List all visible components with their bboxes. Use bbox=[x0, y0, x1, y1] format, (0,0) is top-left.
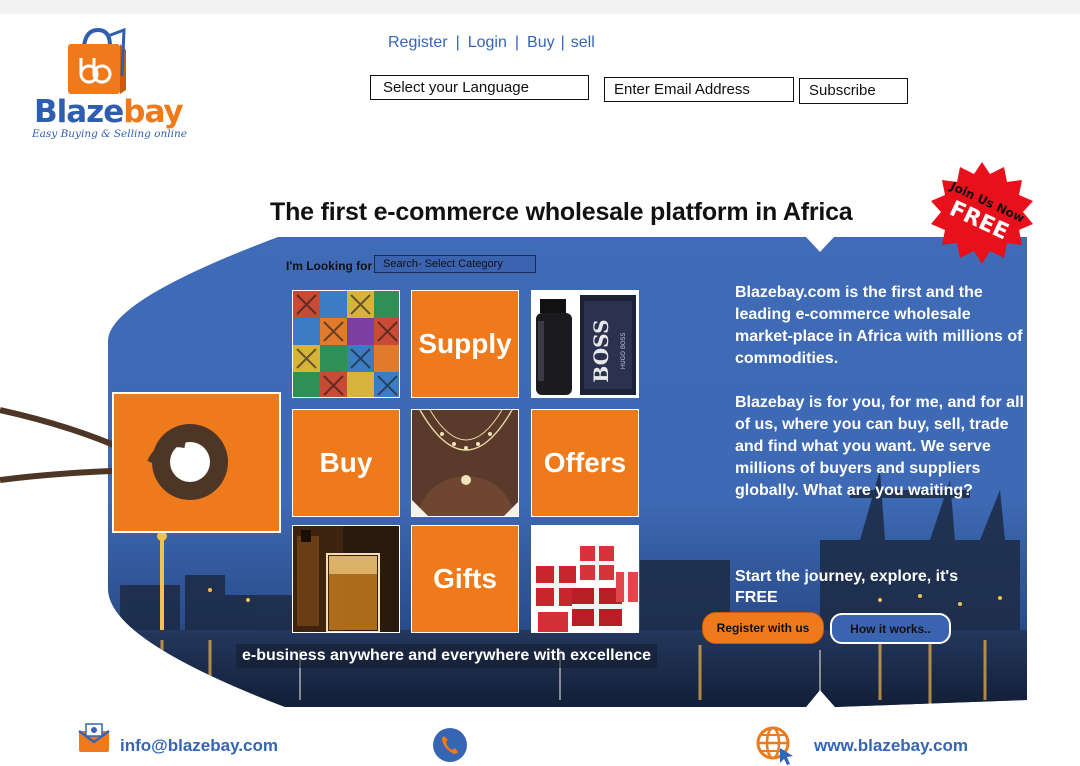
join-free-badge[interactable]: Join Us Now FREE bbox=[928, 160, 1036, 268]
mail-icon bbox=[78, 723, 110, 752]
tile-necklace[interactable] bbox=[411, 409, 519, 517]
footer-email[interactable]: info@blazebay.com bbox=[120, 736, 278, 756]
intro-paragraph-2: Blazebay is for you, for me, and for all… bbox=[735, 394, 1024, 499]
gift-boxes-image bbox=[536, 546, 638, 632]
search-label: I'm Looking for bbox=[286, 259, 373, 273]
whisky-glass-image bbox=[293, 526, 399, 632]
phone-icon[interactable] bbox=[432, 727, 468, 763]
tile-fabrics[interactable] bbox=[292, 290, 400, 398]
tile-offers[interactable]: Offers bbox=[531, 409, 639, 517]
tile-buy[interactable]: Buy bbox=[292, 409, 400, 517]
tile-supply[interactable]: Supply bbox=[411, 290, 519, 398]
footer-website[interactable]: www.blazebay.com bbox=[814, 736, 968, 756]
perfume-sub-text: HUGO BOSS bbox=[620, 333, 627, 370]
category-select[interactable]: Search- Select Category bbox=[374, 255, 536, 273]
slogan-text: e-business anywhere and everywhere with … bbox=[236, 644, 658, 668]
how-it-works-button[interactable]: How it works.. bbox=[830, 613, 951, 644]
globe-cursor-icon bbox=[756, 726, 793, 765]
intro-paragraph-1: Blazebay.com is the first and the leadin… bbox=[735, 284, 1023, 367]
tile-giftboxes[interactable] bbox=[531, 525, 639, 633]
tile-perfume[interactable]: BOSS HUGO BOSS bbox=[531, 290, 639, 398]
tile-drinks[interactable] bbox=[292, 525, 400, 633]
tile-gifts[interactable]: Gifts bbox=[411, 525, 519, 633]
journey-text: Start the journey, explore, it's FREE bbox=[735, 568, 959, 606]
intro-text: Blazebay.com is the first and the leadin… bbox=[735, 282, 1025, 524]
register-button[interactable]: Register with us bbox=[702, 612, 824, 644]
perfume-bottle-image: BOSS HUGO BOSS bbox=[536, 295, 636, 395]
fabric-pattern-image bbox=[293, 291, 399, 397]
perfume-brand-text: BOSS bbox=[589, 319, 613, 382]
necklace-image bbox=[412, 410, 518, 516]
